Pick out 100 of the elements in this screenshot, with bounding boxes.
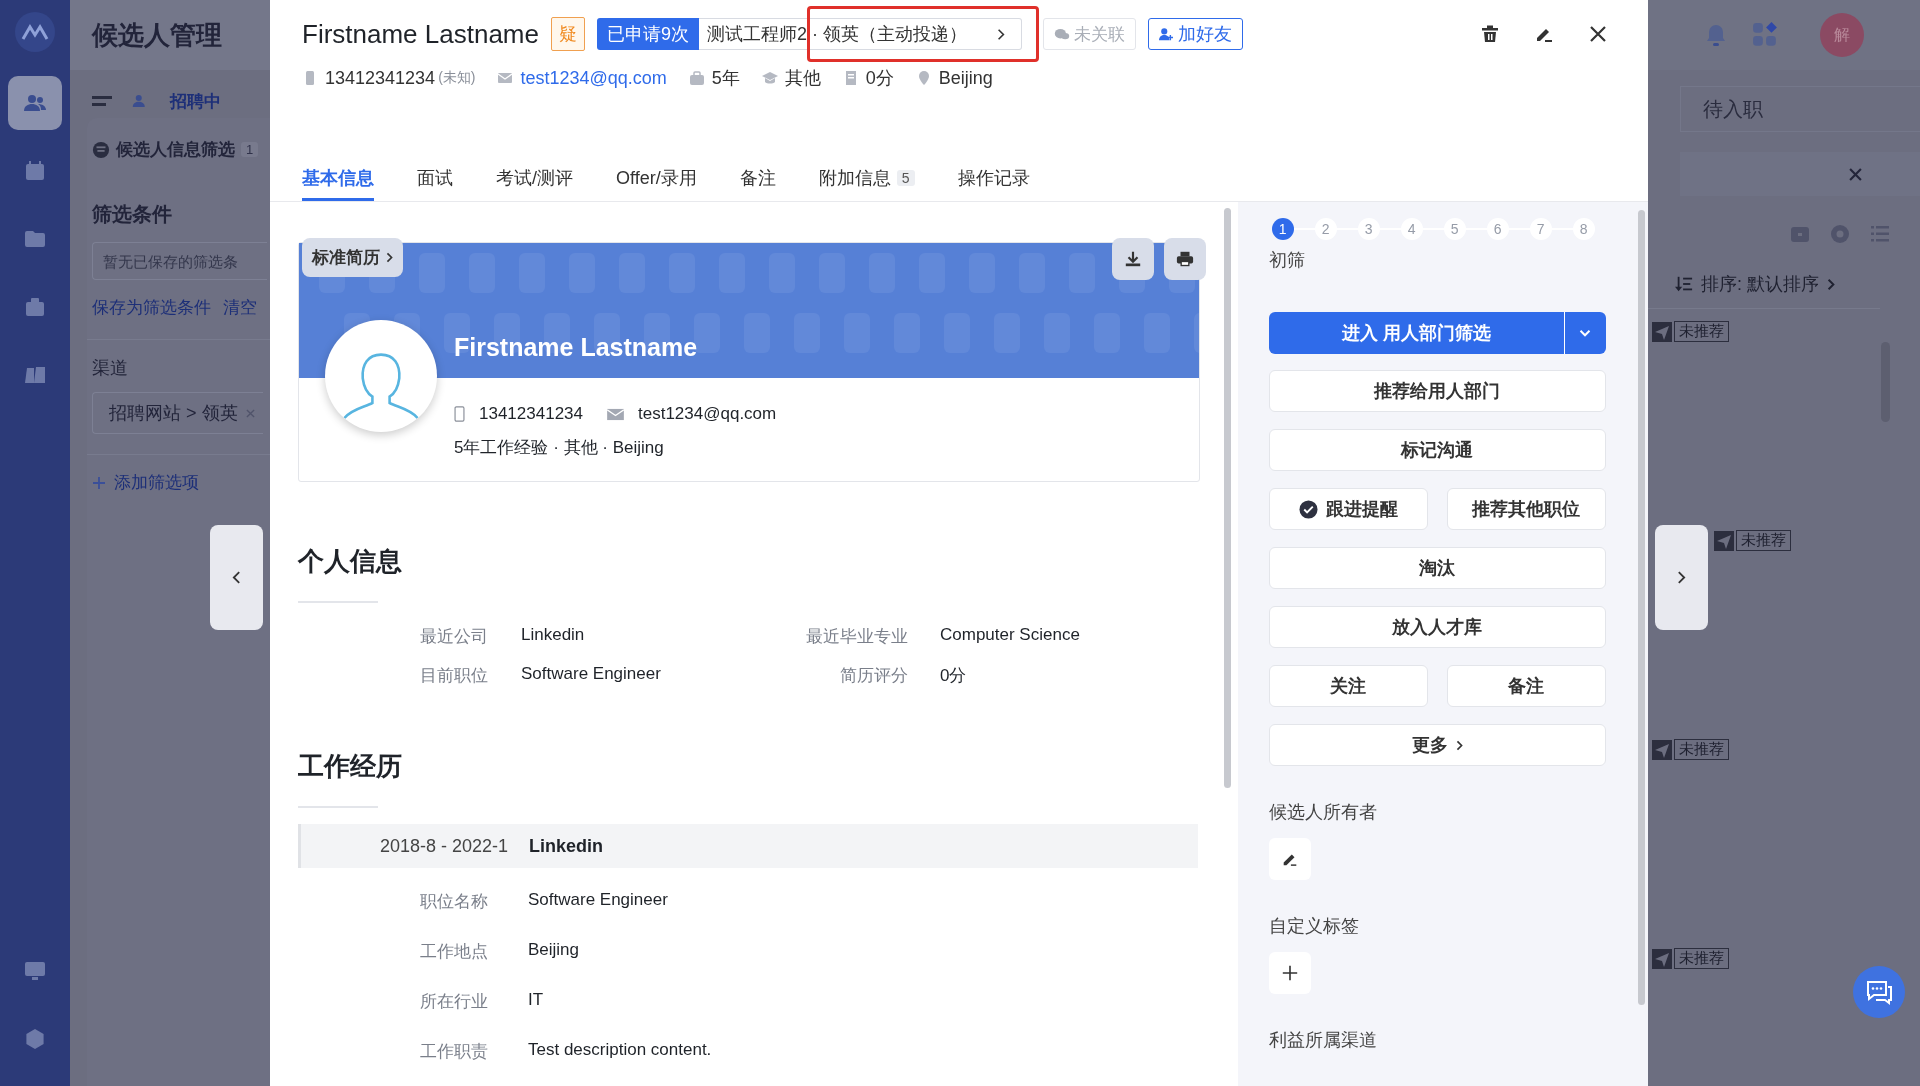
tab[interactable]: 备注 — [739, 161, 776, 201]
action-button[interactable]: 推荐给用人部门 — [1268, 370, 1606, 412]
filter-icon — [92, 140, 110, 159]
step-indicator[interactable]: 4 — [1400, 218, 1423, 240]
download-button[interactable] — [1112, 238, 1154, 280]
send-icon — [1714, 530, 1734, 551]
primary-action-button[interactable]: 进入 用人部门筛选 — [1268, 312, 1564, 354]
monitor-icon — [23, 959, 47, 983]
dropdown-button[interactable] — [1563, 312, 1606, 354]
add-button[interactable] — [1268, 952, 1311, 994]
archive-icon[interactable] — [1790, 224, 1810, 244]
stage-label: 初筛 — [1268, 249, 1306, 272]
download-icon — [1124, 250, 1142, 268]
action-button[interactable]: 关注 — [1268, 665, 1428, 707]
channel-selector[interactable]: · 领英（主动投递） — [810, 18, 1022, 50]
filter-link[interactable]: 清空 — [223, 296, 257, 319]
graduation-cap-icon — [761, 70, 778, 86]
field-value: Computer Science — [940, 625, 1081, 646]
action-button[interactable]: 标记沟通 — [1268, 429, 1606, 471]
template-button[interactable]: 标准简历 — [302, 238, 403, 277]
tab[interactable]: 考试/测评 — [496, 161, 573, 201]
step-indicator[interactable]: 2 — [1314, 218, 1337, 240]
step-indicator[interactable]: 6 — [1486, 218, 1509, 240]
action-button[interactable]: 更多 — [1268, 724, 1606, 766]
bell-icon[interactable] — [1704, 22, 1728, 48]
section-label: 自定义标签 — [1268, 915, 1360, 938]
send-icon — [1652, 948, 1672, 969]
company-name: Linkedin — [529, 835, 603, 857]
action-button[interactable]: 放入人才库 — [1268, 606, 1606, 648]
field-label: 目前职位 — [420, 665, 489, 687]
chevron-down-icon — [1578, 328, 1593, 338]
tab-label: 基本信息 — [302, 166, 374, 190]
calendar-icon — [23, 159, 47, 183]
record-icon[interactable] — [1830, 224, 1850, 244]
tab[interactable]: 基本信息 — [302, 161, 374, 201]
section-label: 利益所属渠道 — [1268, 1029, 1378, 1052]
add-friend-button[interactable]: 加好友 — [1148, 18, 1243, 50]
page-title: 候选人管理 — [92, 18, 222, 52]
toolbar-tab[interactable]: 招聘中 — [170, 89, 221, 113]
field-value: 0分 — [940, 665, 968, 687]
step-indicator[interactable]: 8 — [1572, 218, 1595, 240]
step-indicator[interactable]: 5 — [1443, 218, 1466, 240]
tab[interactable]: 附加信息 5 — [818, 161, 915, 201]
apps-icon[interactable] — [1752, 22, 1778, 48]
list-icon — [92, 96, 112, 106]
tab-label: 附加信息 — [818, 166, 891, 190]
section-heading: 个人信息 — [298, 545, 403, 578]
tab[interactable]: 面试 — [417, 161, 453, 201]
printer-icon — [1176, 250, 1194, 268]
action-button[interactable]: 淘汰 — [1268, 547, 1606, 589]
close-icon[interactable] — [1588, 24, 1608, 44]
scrollbar[interactable] — [1223, 208, 1231, 788]
step-indicator[interactable]: 3 — [1357, 218, 1380, 240]
logo-icon — [15, 12, 55, 52]
print-button[interactable] — [1164, 238, 1206, 280]
plus-icon — [92, 475, 106, 490]
step-indicator[interactable]: 1 — [1271, 218, 1294, 240]
status-tag: 未推荐 — [1674, 739, 1729, 760]
action-button[interactable]: 备注 — [1446, 665, 1606, 707]
briefcase-icon — [688, 70, 705, 86]
resume-summary: 5年工作经验 · 其他 · Beijing — [454, 437, 665, 459]
tab[interactable]: 操作记录 — [957, 161, 1030, 201]
contact-text: 0分 — [865, 67, 894, 90]
sort-selector[interactable]: 排序: 默认排序 — [1701, 272, 1819, 296]
scrollbar[interactable] — [1638, 210, 1645, 1005]
email-link[interactable]: test1234@qq.com — [520, 67, 667, 89]
chat-button[interactable] — [1853, 966, 1905, 1018]
field-label: 职位名称 — [420, 891, 489, 913]
status-tag: 未推荐 — [1674, 321, 1729, 342]
filter-link[interactable]: 保存为筛选条件 — [92, 296, 211, 319]
channel-chip[interactable]: 招聘网站 > 领英 — [92, 392, 263, 434]
filter-title: 候选人信息筛选 — [116, 139, 235, 161]
tab[interactable]: Offer/录用 — [616, 161, 697, 201]
edit-button[interactable] — [1268, 838, 1311, 880]
add-filter-link[interactable]: 添加筛选项 — [114, 471, 199, 494]
field-value: Beijing — [528, 940, 581, 961]
chevron-right-icon — [1827, 277, 1835, 291]
mail-icon — [497, 70, 514, 86]
action-button[interactable]: 跟进提醒 — [1268, 488, 1428, 530]
stage-field[interactable]: 待入职 — [1680, 86, 1920, 132]
applied-count-badge: 已申请9次 — [597, 18, 699, 50]
tab-label: 考试/测评 — [496, 166, 573, 190]
list-icon[interactable] — [1870, 224, 1890, 244]
section-label: 候选人所有者 — [1268, 801, 1378, 824]
tab-label: 操作记录 — [957, 166, 1030, 190]
mail-icon — [607, 407, 624, 421]
delete-icon[interactable] — [1480, 24, 1500, 44]
suspect-tag: 疑 — [551, 17, 585, 51]
resume-email: test1234@qq.com — [638, 404, 777, 424]
check-circle-icon — [1298, 499, 1318, 519]
status-tag: 未推荐 — [1674, 948, 1729, 969]
nav-item[interactable] — [8, 76, 62, 130]
action-button[interactable]: 推荐其他职位 — [1446, 488, 1606, 530]
tab-label: Offer/录用 — [616, 166, 697, 190]
chevron-left-icon — [232, 570, 241, 585]
status-tag: 未推荐 — [1736, 530, 1791, 551]
phone-note: (未知) — [438, 69, 476, 87]
step-indicator[interactable]: 7 — [1529, 218, 1552, 240]
field-value: Software Engineer — [521, 664, 662, 685]
add-user-icon — [1159, 27, 1173, 41]
